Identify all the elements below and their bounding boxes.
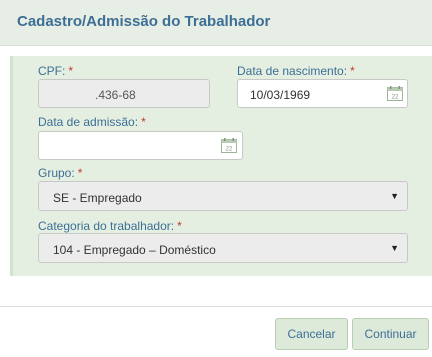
- cpf-label: CPF: *: [38, 64, 73, 78]
- required-marker: *: [350, 64, 355, 78]
- birth-date-field[interactable]: 10/03/1969 22: [237, 79, 408, 108]
- category-label-text: Categoria do trabalhador:: [38, 219, 175, 233]
- admission-date-field[interactable]: 22: [38, 131, 243, 160]
- calendar-icon[interactable]: 22: [387, 86, 403, 101]
- category-label: Categoria do trabalhador: *: [38, 219, 182, 233]
- continue-button[interactable]: Continuar: [352, 318, 429, 350]
- category-selected-value: 104 - Empregado – Doméstico: [53, 243, 216, 257]
- group-label-text: Grupo:: [38, 166, 75, 180]
- birth-date-label-text: Data de nascimento:: [237, 64, 348, 78]
- admission-date-label-text: Data de admissão:: [38, 115, 139, 129]
- svg-text:22: 22: [226, 147, 233, 153]
- cpf-field[interactable]: .436-68: [38, 79, 210, 108]
- required-marker: *: [141, 115, 146, 129]
- modal-header: Cadastro/Admissão do Trabalhador: [0, 0, 432, 46]
- modal-title: Cadastro/Admissão do Trabalhador: [17, 13, 271, 30]
- required-marker: *: [68, 64, 74, 78]
- group-label: Grupo: *: [38, 166, 82, 180]
- group-select[interactable]: SE - Empregado ▼: [38, 181, 408, 211]
- cpf-label-text: CPF:: [38, 64, 66, 78]
- required-marker: *: [77, 166, 83, 180]
- birth-date-label: Data de nascimento: *: [237, 64, 355, 78]
- birth-date-value: 10/03/1969: [250, 88, 311, 102]
- admission-date-label: Data de admissão: *: [38, 115, 146, 129]
- cancel-button[interactable]: Cancelar: [275, 318, 348, 350]
- cpf-value: .436-68: [95, 88, 136, 102]
- svg-text:22: 22: [392, 95, 399, 101]
- group-selected-value: SE - Empregado: [53, 191, 142, 205]
- required-marker: *: [177, 219, 182, 233]
- category-select[interactable]: 104 - Empregado – Doméstico ▼: [38, 233, 408, 263]
- calendar-icon[interactable]: 22: [221, 138, 237, 153]
- chevron-down-icon: ▼: [390, 191, 399, 201]
- chevron-down-icon: ▼: [390, 243, 399, 253]
